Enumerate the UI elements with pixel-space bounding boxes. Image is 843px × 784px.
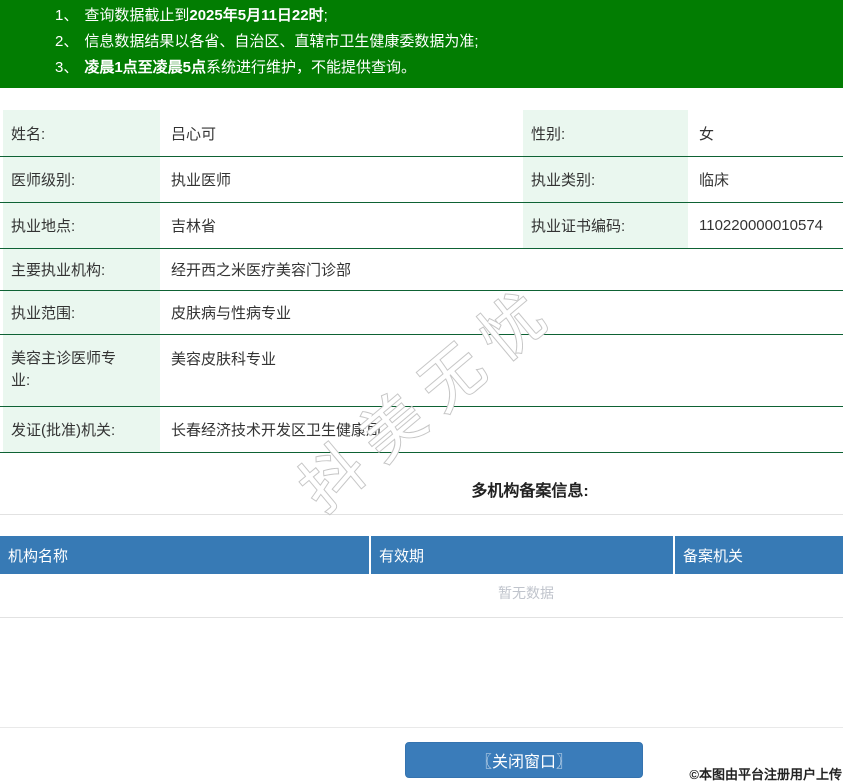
practitioner-info-table: 姓名: 吕心可 性别: 女 医师级别: 执业医师 执业类别: 临床 执业地点: … xyxy=(0,110,843,453)
field-label-issuing-authority: 发证(批准)机关: xyxy=(3,407,160,452)
multi-org-section-title: 多机构备案信息: xyxy=(471,483,589,500)
notice-text: ; xyxy=(323,7,328,24)
notice-item-2: 2、 信息数据结果以各省、自治区、直辖市卫生健康委数据为准; xyxy=(55,29,843,55)
field-label-cosmetic-specialty: 美容主诊医师专业: xyxy=(3,335,160,406)
field-value-name: 吕心可 xyxy=(171,125,217,143)
field-label-main-institution: 主要执业机构: xyxy=(3,249,160,290)
field-value-main-institution: 经开西之米医疗美容门诊部 xyxy=(171,262,352,279)
field-value-practice-category: 临床 xyxy=(699,172,730,189)
notice-item-3: 3、 凌晨1点至凌晨5点系统进行维护，不能提供查询。 xyxy=(55,55,843,81)
field-value-cosmetic-specialty: 美容皮肤科专业 xyxy=(171,351,277,368)
notice-text: 查询数据截止到 xyxy=(84,7,190,24)
field-value-issuing-authority: 长春经济技术开发区卫生健康局 xyxy=(171,422,382,439)
field-value-gender: 女 xyxy=(699,125,715,143)
close-window-button[interactable]: 〖关闭窗口〗 xyxy=(405,742,643,778)
notice-header: 1、 查询数据截止到2025年5月11日22时; 2、 信息数据结果以各省、自治区、… xyxy=(0,0,843,88)
table-row: 姓名: 吕心可 性别: 女 xyxy=(0,110,843,157)
table-row: 发证(批准)机关: 长春经济技术开发区卫生健康局 xyxy=(0,407,843,453)
field-label-text: 美容主诊医师专业: xyxy=(11,350,117,389)
no-data-placeholder: 暂无数据 xyxy=(498,585,554,601)
field-label-gender: 性别: xyxy=(523,110,688,156)
notice-text: 系统进行维护，不能提供查询。 xyxy=(206,59,417,76)
field-value-doctor-level: 执业医师 xyxy=(171,172,232,189)
notice-number: 3、 xyxy=(55,59,79,76)
table-row: 执业地点: 吉林省 执业证书编码: 110220000010574 xyxy=(0,203,843,249)
notice-number: 2、 xyxy=(55,33,79,50)
notice-item-1: 1、 查询数据截止到2025年5月11日22时; xyxy=(55,3,843,29)
org-table-header-filing-authority: 备案机关 xyxy=(675,536,843,574)
table-row: 主要执业机构: 经开西之米医疗美容门诊部 xyxy=(0,249,843,291)
divider xyxy=(0,514,843,515)
field-label-practice-location: 执业地点: xyxy=(3,203,160,248)
notice-text: 信息数据结果以各省、自治区、直辖市卫生健康委数据为准; xyxy=(84,33,479,50)
notice-text-bold: 2025年5月11日22时 xyxy=(189,7,324,24)
field-label-name: 姓名: xyxy=(3,110,160,156)
org-table-header-institution-name: 机构名称 xyxy=(0,536,371,574)
field-label-practice-category: 执业类别: xyxy=(523,157,688,202)
org-table-header: 机构名称 有效期 备案机关 xyxy=(0,536,843,574)
notice-text-bold: 凌晨1点至凌晨5点 xyxy=(84,59,207,76)
table-row: 医师级别: 执业医师 执业类别: 临床 xyxy=(0,157,843,203)
org-table-header-validity-period: 有效期 xyxy=(371,536,675,574)
field-value-practice-location: 吉林省 xyxy=(171,218,217,235)
field-label-certificate-number: 执业证书编码: xyxy=(523,203,688,248)
divider xyxy=(0,727,843,728)
table-row: 执业范围: 皮肤病与性病专业 xyxy=(0,291,843,335)
table-row: 美容主诊医师专业: 美容皮肤科专业 xyxy=(0,335,843,407)
field-label-practice-scope: 执业范围: xyxy=(3,291,160,334)
notice-number: 1、 xyxy=(55,7,79,24)
field-label-doctor-level: 医师级别: xyxy=(3,157,160,202)
divider xyxy=(0,617,843,618)
field-value-practice-scope: 皮肤病与性病专业 xyxy=(171,305,292,322)
upload-credit-text: ©本图由平台注册用户上传 xyxy=(689,767,842,782)
field-value-certificate-number: 110220000010574 xyxy=(699,217,824,234)
